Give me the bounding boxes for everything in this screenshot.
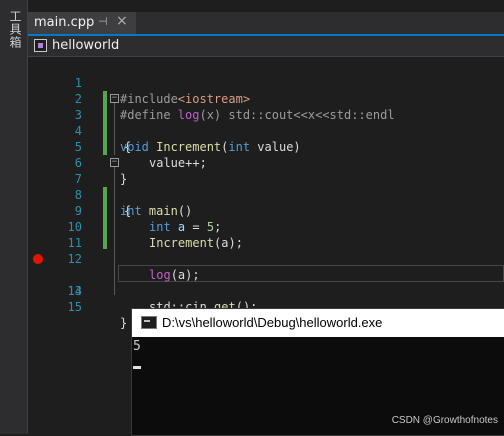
code-line: 1 #include<iostream> [28,59,504,106]
toolbox-strip[interactable]: 工具箱 [0,0,28,434]
code-line: 9 int a = 5; [28,187,504,234]
breakpoint-icon[interactable] [33,254,43,264]
collapse-icon[interactable]: − [110,158,119,167]
code-line: 5 value++; [28,123,504,170]
tab-main-cpp[interactable]: main.cpp ⊣ × [28,12,136,34]
code-text[interactable]: } [120,315,127,331]
line-number: 15 [67,300,82,314]
code-line: 8 { [28,171,504,218]
code-line: 6 } [28,139,504,186]
console-cursor [133,366,141,369]
tab-label: main.cpp [34,15,95,30]
collapse-icon[interactable]: − [110,94,119,103]
code-line: 15 } [28,283,504,330]
console-titlebar[interactable]: D:\vs\helloworld\Debug\helloworld.exe [132,309,504,337]
code-line: 14 [28,267,504,298]
project-dropdown[interactable]: helloworld [52,38,119,53]
document-tab-bar: main.cpp ⊣ × [28,12,504,34]
code-line: 2 #define log(x) std::cout<<x<<std::endl [28,75,504,122]
code-line: 10 Increment(a); [28,203,504,250]
console-app-icon [141,316,157,329]
code-line: 7 − int main() [28,155,504,219]
code-line: 11 [28,219,504,250]
pin-icon[interactable]: ⊣ [98,15,108,28]
watermark: CSDN @Growthofnotes [391,415,498,426]
code-line: 13 std::cin.get(); [28,251,504,314]
console-output: 5 [133,339,141,354]
code-line: 3 − void Increment(int value) [28,91,504,155]
toolbox-label[interactable]: 工具箱 [5,10,22,49]
code-line: 12 log(a); [28,235,504,282]
code-line: 4 { [28,107,504,154]
close-icon[interactable]: × [116,13,128,29]
console-title: D:\vs\helloworld\Debug\helloworld.exe [162,315,383,330]
navigation-bar: helloworld [28,36,504,57]
project-icon [34,39,47,52]
